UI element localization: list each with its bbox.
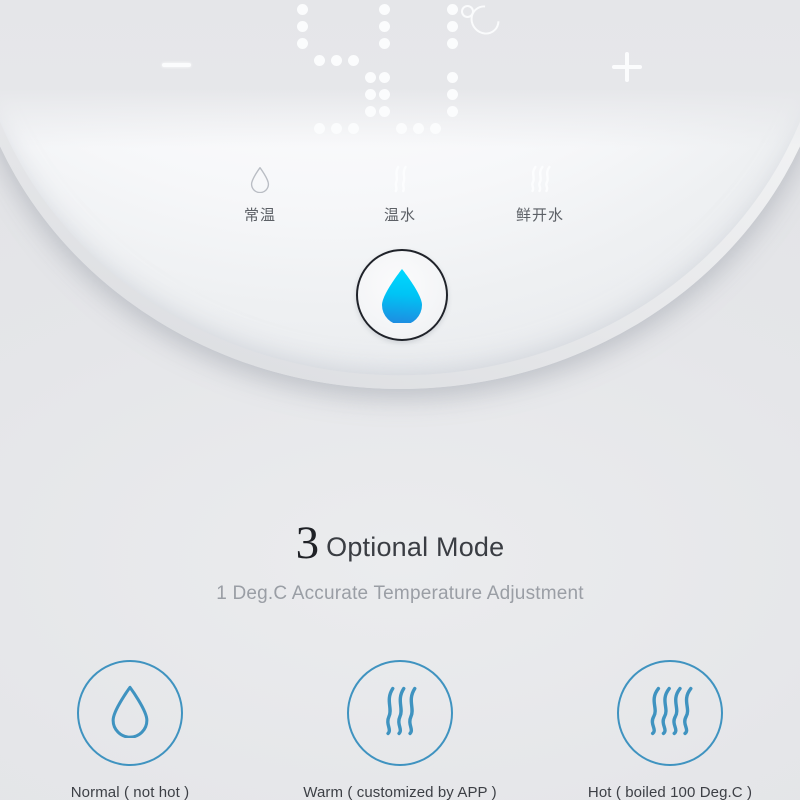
feature-caption: Warm ( customized by APP ) [303,784,497,800]
matrix-dot [331,55,342,66]
water-drop-filled-icon [382,269,422,323]
matrix-dot [348,55,359,66]
product-page: 常温 温水 鲜开水 3 Optional Mode 1 Deg.C Accurate … [0,0,800,800]
matrix-dot [365,72,376,83]
steam-3-lines-icon [378,683,422,744]
matrix-dot [447,106,458,117]
mode-item-boiling[interactable]: 鲜开水 [470,162,610,225]
water-drop-outline-icon [108,684,152,743]
headline-text: Optional Mode [326,532,505,562]
matrix-dot [365,89,376,100]
page-subtitle: 1 Deg.C Accurate Temperature Adjustment [216,583,584,604]
matrix-dot [379,21,390,32]
matrix-dot [413,123,424,134]
feature-circle-warm [347,660,453,766]
mode-label: 鲜开水 [515,206,564,224]
feature-warm: Warm ( customized by APP ) [303,660,497,800]
dispense-button[interactable] [356,249,448,341]
headline-number: 3 [295,517,320,569]
feature-hot: Hot ( boiled 100 Deg.C ) [575,660,765,800]
steam-2-lines-icon [389,162,411,196]
matrix-dot [379,38,390,49]
water-drop-icon [249,162,271,196]
steam-3-lines-icon [526,162,554,196]
feature-caption: Hot ( boiled 100 Deg.C ) [587,784,753,800]
mode-item-normal[interactable]: 常温 [190,162,330,225]
degree-celsius-icon [459,0,506,46]
matrix-dot [348,123,359,134]
matrix-dot [331,123,342,134]
mode-selector-row: 常温 温水 鲜开水 [0,162,800,225]
matrix-dot [314,55,325,66]
feature-normal: Normal ( not hot ) [35,660,225,800]
matrix-dot [297,4,308,15]
matrix-dot [396,123,407,134]
matrix-dot [379,89,390,100]
mode-item-warm[interactable]: 温水 [330,162,470,225]
plus-icon[interactable] [612,52,642,82]
temperature-digit-tens [295,0,376,134]
matrix-dot [297,38,308,49]
matrix-dot [430,123,441,134]
feature-circle-hot [617,660,723,766]
matrix-dot [379,72,390,83]
matrix-dot [379,4,390,15]
matrix-dot [297,21,308,32]
mode-label: 常温 [243,206,276,224]
feature-icon-row: Normal ( not hot ) Warm ( customized by A… [0,660,800,800]
matrix-dot [447,89,458,100]
temperature-display [295,0,506,134]
matrix-dot [447,38,458,49]
matrix-dot [447,4,458,15]
feature-caption: Normal ( not hot ) [70,784,190,800]
matrix-dot [379,106,390,117]
steam-4-lines-icon [643,683,697,744]
page-title: 3 Optional Mode [0,516,800,570]
feature-circle-normal [77,660,183,766]
mode-label: 温水 [383,206,416,224]
matrix-dot [447,72,458,83]
plus-icon-vertical-bar [625,52,629,82]
minus-icon[interactable] [162,63,191,67]
temperature-digit-ones [377,0,458,134]
matrix-dot [447,21,458,32]
matrix-dot [365,106,376,117]
matrix-dot [314,123,325,134]
